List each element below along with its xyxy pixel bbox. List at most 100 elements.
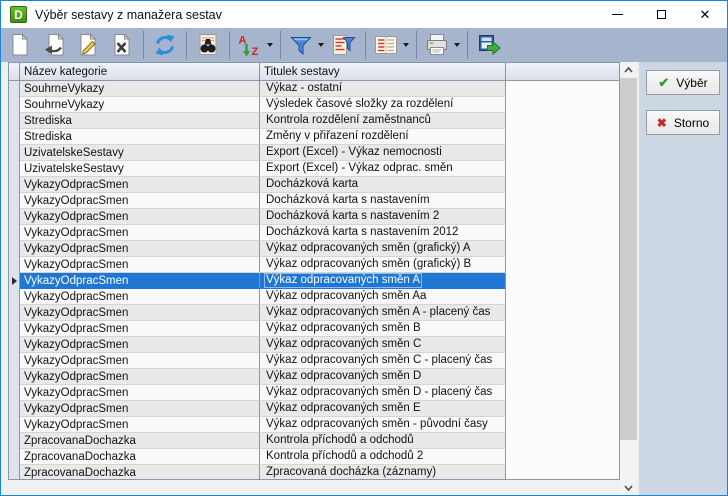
cell-title: Docházková karta <box>260 177 506 193</box>
table-row[interactable]: VykazyOdpracSmen Výkaz odpracovaných smě… <box>9 273 619 289</box>
row-gutter <box>9 209 20 225</box>
cell-title: Docházková karta s nastavením 2 <box>260 209 506 225</box>
table-row[interactable]: SouhrneVykazy Výsledek časové složky za … <box>9 97 619 113</box>
row-filler <box>506 305 619 321</box>
row-filler <box>506 193 619 209</box>
table-row[interactable]: UzivatelskeSestavy Export (Excel) - Výka… <box>9 145 619 161</box>
row-gutter <box>9 465 20 479</box>
column-header-title[interactable]: Titulek sestavy <box>260 63 506 80</box>
chevron-down-icon <box>624 485 633 491</box>
row-gutter <box>9 449 20 465</box>
cell-category: VykazyOdpracSmen <box>20 241 260 257</box>
scroll-down-button[interactable] <box>620 480 637 495</box>
maximize-button[interactable] <box>639 1 683 28</box>
table-row[interactable]: VykazyOdpracSmen Výkaz odpracovaných smě… <box>9 385 619 401</box>
row-gutter <box>9 193 20 209</box>
table-row[interactable]: VykazyOdpracSmen Výkaz odpracovaných smě… <box>9 257 619 273</box>
select-button-label: Výběr <box>676 76 707 90</box>
close-icon: ✕ <box>700 8 711 21</box>
table-row[interactable]: VykazyOdpracSmen Výkaz odpracovaných smě… <box>9 321 619 337</box>
gutter-header <box>9 63 20 80</box>
table-row[interactable]: Strediska Změny v přiřazení rozdělení <box>9 129 619 145</box>
table-row[interactable]: Strediska Kontrola rozdělení zaměstnanců <box>9 113 619 129</box>
table-row[interactable]: VykazyOdpracSmen Docházková karta s nast… <box>9 193 619 209</box>
table-row[interactable]: VykazyOdpracSmen Výkaz odpracovaných smě… <box>9 401 619 417</box>
row-gutter <box>9 161 20 177</box>
cell-title: Výkaz - ostatní <box>260 81 506 97</box>
table-row[interactable]: VykazyOdpracSmen Výkaz odpracovaných smě… <box>9 369 619 385</box>
toolbar-delete-report-button[interactable] <box>105 30 139 60</box>
toolbar-find-button[interactable] <box>191 30 225 60</box>
toolbar-separator <box>186 31 187 59</box>
cancel-button-label: Storno <box>674 116 709 130</box>
table-row[interactable]: VykazyOdpracSmen Výkaz odpracovaných smě… <box>9 305 619 321</box>
cell-category: VykazyOdpracSmen <box>20 257 260 273</box>
toolbar-filter-button[interactable] <box>285 30 327 60</box>
vertical-scrollbar[interactable] <box>620 62 637 495</box>
row-filler <box>506 321 619 337</box>
cell-title: Kontrola rozdělení zaměstnanců <box>260 113 506 129</box>
filter-icon <box>288 32 314 58</box>
cell-category: UzivatelskeSestavy <box>20 145 260 161</box>
cancel-button[interactable]: ✖ Storno <box>646 110 720 135</box>
column-header-category[interactable]: Název kategorie <box>20 63 260 80</box>
toolbar-separator <box>467 31 468 59</box>
cell-title: Docházková karta s nastavením <box>260 193 506 209</box>
row-filler <box>506 449 619 465</box>
cell-category: VykazyOdpracSmen <box>20 193 260 209</box>
row-filler <box>506 129 619 145</box>
toolbar-new-report-button[interactable] <box>3 30 37 60</box>
toolbar-export-button[interactable] <box>472 30 506 60</box>
table-row[interactable]: VykazyOdpracSmen Docházková karta <box>9 177 619 193</box>
table-row[interactable]: VykazyOdpracSmen Výkaz odpracovaných smě… <box>9 289 619 305</box>
cross-icon: ✖ <box>657 117 667 129</box>
export-icon <box>476 32 502 58</box>
table-row[interactable]: ZpracovanaDochazka Kontrola příchodů a o… <box>9 433 619 449</box>
row-filler <box>506 369 619 385</box>
cell-category: Strediska <box>20 113 260 129</box>
scroll-up-button[interactable] <box>620 62 637 77</box>
table-row[interactable]: VykazyOdpracSmen Výkaz odpracovaných smě… <box>9 241 619 257</box>
scroll-thumb[interactable] <box>620 78 637 440</box>
toolbar-refresh-button[interactable] <box>148 30 182 60</box>
row-filler <box>506 433 619 449</box>
cell-category: VykazyOdpracSmen <box>20 225 260 241</box>
close-button[interactable]: ✕ <box>683 1 727 28</box>
print-icon <box>424 32 450 58</box>
row-filler <box>506 289 619 305</box>
toolbar-open-report-button[interactable] <box>37 30 71 60</box>
table-row[interactable]: ZpracovanaDochazka Zpracovaná docházka (… <box>9 465 619 479</box>
cell-category: VykazyOdpracSmen <box>20 417 260 433</box>
row-filler <box>506 337 619 353</box>
row-gutter <box>9 353 20 369</box>
row-gutter <box>9 433 20 449</box>
row-filler <box>506 417 619 433</box>
toolbar-print-button[interactable] <box>421 30 463 60</box>
row-filler <box>506 385 619 401</box>
table-row[interactable]: SouhrneVykazy Výkaz - ostatní <box>9 81 619 97</box>
chevron-up-icon <box>624 67 633 73</box>
svg-text:Z: Z <box>252 46 259 58</box>
cell-category: VykazyOdpracSmen <box>20 289 260 305</box>
row-filler <box>506 97 619 113</box>
table-row[interactable]: VykazyOdpracSmen Výkaz odpracovaných smě… <box>9 337 619 353</box>
table-row[interactable]: UzivatelskeSestavy Export (Excel) - Výka… <box>9 161 619 177</box>
minimize-icon <box>612 14 623 15</box>
table-row[interactable]: VykazyOdpracSmen Výkaz odpracovaných smě… <box>9 417 619 433</box>
row-gutter <box>9 385 20 401</box>
toolbar-filter-settings-button[interactable] <box>327 30 361 60</box>
table-row[interactable]: ZpracovanaDochazka Kontrola příchodů a o… <box>9 449 619 465</box>
maximize-icon <box>657 10 666 19</box>
row-filler <box>506 353 619 369</box>
minimize-button[interactable] <box>595 1 639 28</box>
toolbar-sort-az-button[interactable]: AZ <box>234 30 276 60</box>
grid-header: Název kategorie Titulek sestavy <box>9 63 619 81</box>
table-row[interactable]: VykazyOdpracSmen Výkaz odpracovaných smě… <box>9 353 619 369</box>
toolbar-edit-report-button[interactable] <box>71 30 105 60</box>
table-row[interactable]: VykazyOdpracSmen Docházková karta s nast… <box>9 225 619 241</box>
cell-category: ZpracovanaDochazka <box>20 433 260 449</box>
row-gutter <box>9 81 20 97</box>
select-button[interactable]: ✔ Výběr <box>646 70 720 95</box>
table-row[interactable]: VykazyOdpracSmen Docházková karta s nast… <box>9 209 619 225</box>
toolbar-view-columns-button[interactable] <box>370 30 412 60</box>
